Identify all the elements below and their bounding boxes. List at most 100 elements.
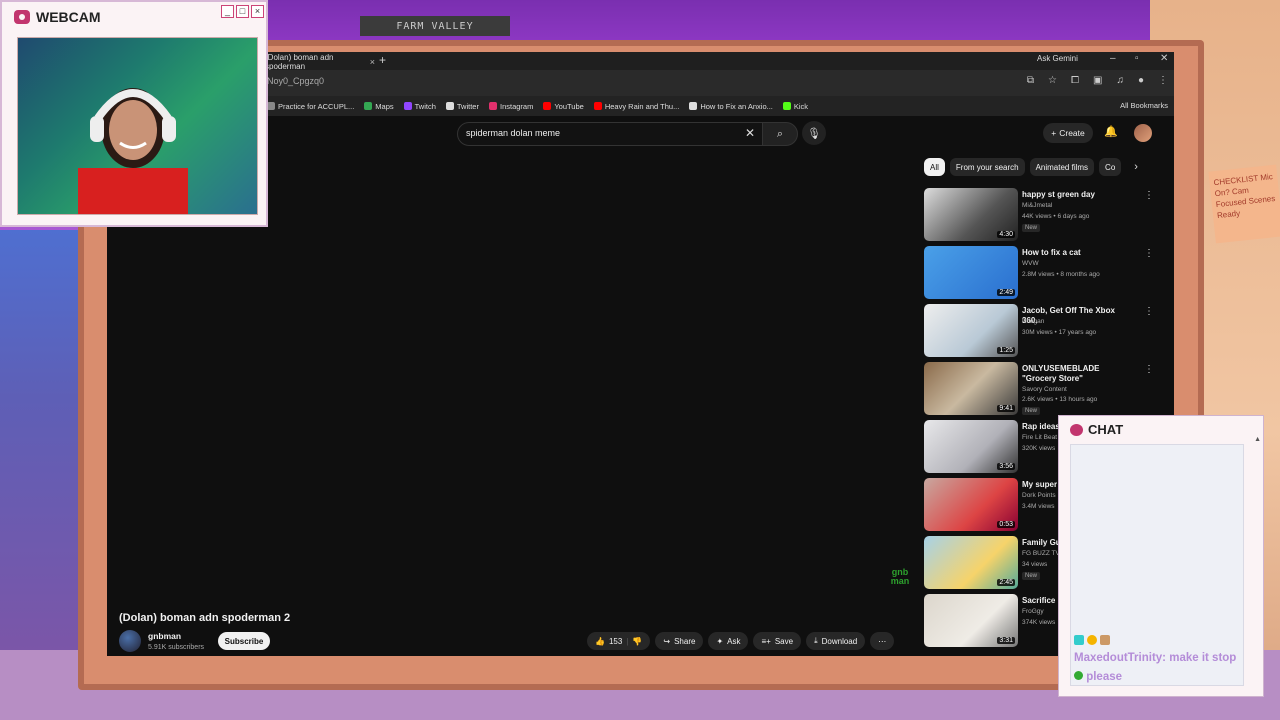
bookmark-item[interactable]: YouTube — [543, 102, 584, 111]
ask-gemini-button[interactable]: Ask Gemini — [1037, 54, 1078, 63]
bookmark-item[interactable]: Heavy Rain and Thu... — [593, 102, 679, 111]
recommendation-item[interactable]: 9:41 ONLYUSEMEBLADE "Grocery Store" Savory… — [924, 362, 1169, 420]
recommendation-title[interactable]: ONLYUSEMEBLADE "Grocery Store" — [1022, 364, 1132, 384]
bookmark-favicon-icon — [267, 102, 275, 110]
more-options-icon[interactable]: ⋮ — [1144, 190, 1154, 201]
bookmark-label: Twitter — [456, 101, 479, 111]
video-thumbnail[interactable]: 9:41 — [924, 362, 1018, 415]
channel-avatar[interactable] — [119, 630, 141, 652]
extensions-icon[interactable]: ⧠ — [1071, 75, 1079, 86]
account-avatar[interactable] — [1134, 124, 1152, 142]
save-button[interactable]: ≡+ Save — [753, 632, 802, 650]
shelf-sign: FARM VALLEY — [360, 16, 510, 36]
bookmark-item[interactable]: Practice for ACCUPL... — [267, 102, 354, 111]
recommendation-channel[interactable]: Savory Content — [1022, 386, 1067, 393]
video-thumbnail[interactable]: 3:31 — [924, 594, 1018, 647]
download-button[interactable]: ⤓ Download — [806, 632, 866, 650]
recommendation-channel[interactable]: Mi&Jmetal — [1022, 202, 1052, 209]
chip-all[interactable]: All — [924, 158, 945, 176]
recommendation-channel[interactable]: FG BUZZ TV — [1022, 550, 1060, 557]
subscriber-count: 5.91K subscribers — [148, 644, 205, 651]
sidepanel-icon[interactable]: ▣ — [1093, 75, 1102, 86]
clear-search-icon[interactable]: ✕ — [745, 126, 755, 140]
search-input[interactable]: spiderman dolan meme ✕ — [457, 122, 764, 146]
recommendation-channel[interactable]: Dork Points — [1022, 492, 1056, 499]
webcam-minimize-icon: _ — [221, 5, 234, 18]
close-window-icon[interactable]: ✕ — [1160, 53, 1168, 64]
chat-username: MaxedoutTrinity: — [1074, 652, 1167, 664]
bookmark-item[interactable]: Twitch — [403, 102, 436, 111]
bookmark-favicon-icon — [445, 102, 454, 110]
recommendation-channel[interactable]: WVW — [1022, 260, 1039, 267]
ask-label: Ask — [727, 636, 741, 646]
recommendation-title[interactable]: happy st green day — [1022, 190, 1132, 200]
like-button[interactable]: 👍 153 | 👎 — [587, 632, 651, 650]
thumbs-down-icon[interactable]: 👎 — [632, 637, 642, 646]
chat-overlay: CHAT ▲ MaxedoutTrinity: make it stop ple… — [1058, 415, 1264, 697]
recommendation-channel[interactable]: Fire Lit Beat — [1022, 434, 1057, 441]
like-count: 153 — [608, 636, 623, 646]
video-duration: 1:25 — [997, 347, 1015, 354]
webcam-title: WEBCAM — [36, 9, 101, 25]
video-thumbnail[interactable]: 2:49 — [924, 246, 1018, 299]
minimize-icon[interactable]: – — [1110, 53, 1116, 64]
create-button[interactable]: + Create — [1043, 123, 1093, 143]
more-options-icon[interactable]: ⋮ — [1144, 306, 1154, 317]
browser-menu-icon[interactable]: ⋮ — [1158, 75, 1168, 86]
more-icon: ⋯ — [878, 636, 887, 646]
bookmark-item[interactable]: Instagram — [488, 102, 533, 111]
tab-title: (Dolan) boman adn spoderman — [265, 53, 334, 71]
more-actions-button[interactable]: ⋯ — [870, 632, 895, 650]
share-button[interactable]: ↪ Share — [655, 632, 704, 650]
recommendation-item[interactable]: 4:30 happy st green day Mi&Jmetal 44K views… — [924, 188, 1169, 246]
subscribe-button[interactable]: Subscribe — [218, 632, 270, 650]
notifications-bell-icon[interactable]: 🔔 — [1104, 125, 1118, 138]
more-options-icon[interactable]: ⋮ — [1144, 364, 1154, 375]
more-options-icon[interactable]: ⋮ — [1144, 248, 1154, 259]
bookmark-label: Practice for ACCUPL... — [278, 101, 355, 111]
recommendation-channel[interactable]: lilhagan — [1022, 318, 1044, 325]
video-thumbnail[interactable]: 1:25 — [924, 304, 1018, 357]
chip-animated-films[interactable]: Animated films — [1029, 158, 1095, 176]
streamer-figure — [78, 88, 188, 214]
tab-video[interactable]: (Dolan) boman adn spoderman × — [265, 53, 375, 71]
bookmark-item[interactable]: Maps — [364, 102, 394, 111]
ask-button[interactable]: ✦ Ask — [708, 632, 749, 650]
recommendation-item[interactable]: 1:25 Jacob, Get Off The Xbox 360. lilhagan… — [924, 304, 1169, 362]
recommendation-item[interactable]: 2:49 How to fix a cat WVW 2.8M views • 8 mo… — [924, 246, 1169, 304]
url-field[interactable]: Noy0_Cpgzq0 — [267, 76, 324, 86]
create-label: Create — [1059, 128, 1085, 138]
plus-icon: + — [1051, 128, 1057, 138]
new-badge: New — [1022, 407, 1041, 415]
chip-from-your-search[interactable]: From your search — [949, 158, 1025, 176]
recommendation-meta: 3.4M views — [1022, 503, 1055, 510]
video-thumbnail[interactable]: 3:56 — [924, 420, 1018, 473]
video-thumbnail[interactable]: 4:30 — [924, 188, 1018, 241]
bookmark-star-icon[interactable]: ☆ — [1048, 75, 1057, 86]
chip-truncated[interactable]: Co — [1099, 158, 1122, 176]
bookmark-item[interactable]: Twitter — [445, 101, 479, 111]
channel-name[interactable]: gnbman — [148, 631, 181, 641]
bookmark-item[interactable]: Kick — [782, 102, 808, 111]
bookmark-favicon-icon — [689, 102, 698, 110]
media-icon[interactable]: ♫ — [1116, 75, 1124, 86]
install-icon[interactable]: ⧉ — [1027, 75, 1034, 86]
tab-close-icon[interactable]: × — [370, 57, 375, 67]
recommendation-title[interactable]: How to fix a cat — [1022, 248, 1132, 258]
profile-icon[interactable]: ● — [1138, 75, 1144, 86]
bookmark-item[interactable]: How to Fix an Anxio... — [689, 102, 773, 111]
chevron-right-icon[interactable]: › — [1134, 161, 1138, 173]
new-tab-button[interactable]: + — [379, 53, 386, 67]
new-badge: New — [1022, 572, 1041, 580]
checklist-sticky-note: CHECKLIST Mic On? Cam Focused Scenes Rea… — [1208, 164, 1280, 244]
recommendation-channel[interactable]: FroGgy — [1022, 608, 1044, 615]
video-thumbnail[interactable]: 2:45 — [924, 536, 1018, 589]
video-thumbnail[interactable]: 0:53 — [924, 478, 1018, 531]
voice-search-button[interactable]: 🎙 — [802, 121, 826, 145]
all-bookmarks-button[interactable]: All Bookmarks — [1120, 101, 1168, 110]
search-button[interactable]: ⌕ — [762, 122, 798, 146]
chat-messages: MaxedoutTrinity: make it stop please — [1070, 444, 1244, 686]
bookmark-label: How to Fix an Anxio... — [700, 101, 773, 111]
maximize-icon[interactable]: ▫ — [1135, 53, 1139, 64]
channel-watermark[interactable]: gnb man — [885, 568, 915, 586]
